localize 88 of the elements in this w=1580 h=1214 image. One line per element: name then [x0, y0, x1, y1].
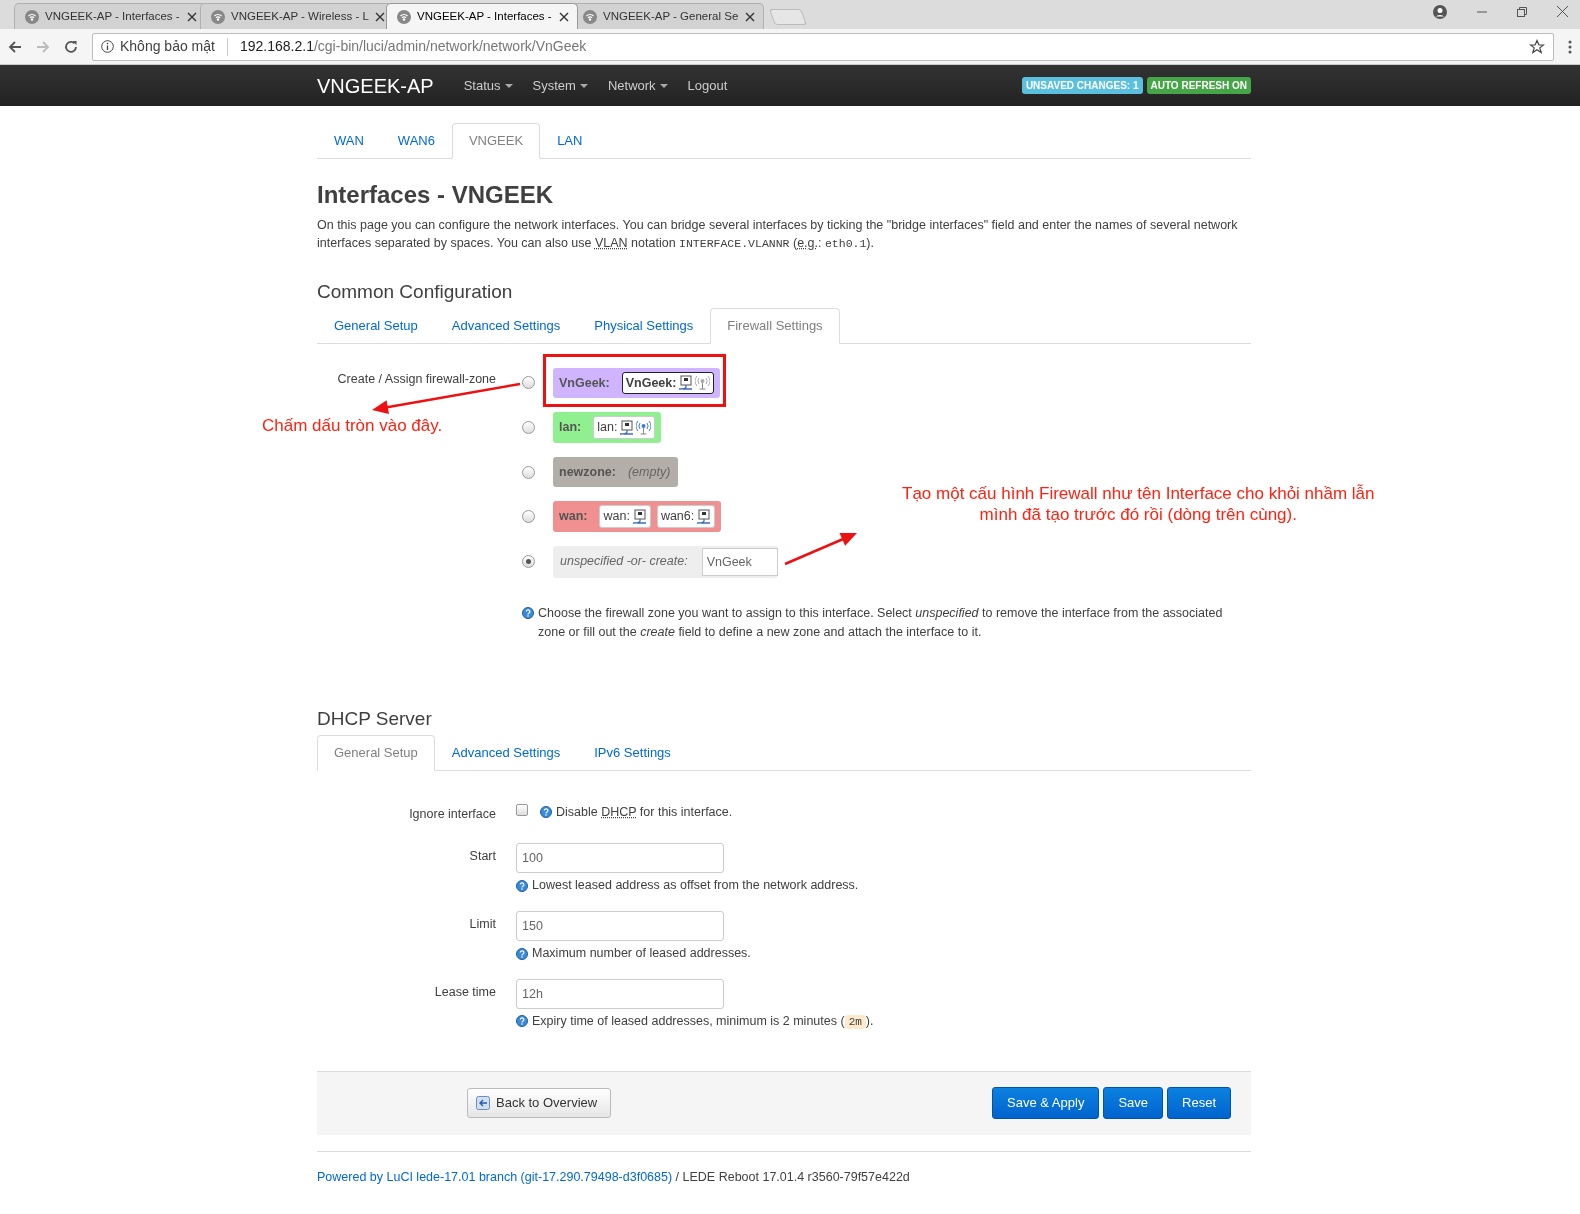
help-icon	[516, 879, 528, 892]
network-chip: wan6:	[656, 505, 716, 528]
security-label: Không bảo mật	[120, 37, 215, 56]
network-port-icon	[696, 508, 712, 524]
network-port-icon	[678, 375, 694, 391]
nav-menu[interactable]: System	[532, 75, 588, 96]
network-chip: lan:	[593, 416, 656, 440]
page-title: Interfaces - VNGEEK	[317, 181, 555, 210]
annotation-text: Chấm dấu tròn vào đây.	[262, 415, 443, 436]
tab[interactable]: Physical Settings	[577, 307, 711, 344]
restore-icon[interactable]	[1517, 6, 1527, 17]
field-label: Lease time	[433, 983, 496, 1001]
reload-icon[interactable]	[64, 39, 78, 54]
zone-name-field[interactable]: VnGeek	[701, 547, 778, 576]
account-icon[interactable]	[1433, 4, 1447, 19]
help-icon	[522, 606, 534, 619]
info-icon	[101, 40, 114, 53]
annotation-text: Tạo một cấu hình Firewall như tên Interface cho khỏi nhầm lẫn mình đã tạo trước đó rồi (dòng trên cùng).	[902, 483, 1375, 525]
help-text: Disable DHCP for this interface.	[556, 803, 733, 821]
action-button[interactable]: Save	[1103, 1087, 1164, 1119]
star-icon[interactable]	[1529, 38, 1545, 55]
checkbox[interactable]	[516, 803, 528, 816]
wifi-icon	[397, 9, 411, 24]
footer-text: Powered by LuCI lede-17.01 branch (git-17.290.79498-d3f0685) / LEDE Reboot 17.01.4 r3560-79f57e422d	[317, 1169, 910, 1184]
close-icon[interactable]	[187, 11, 197, 22]
input-field[interactable]: 150	[516, 911, 724, 942]
address-bar[interactable]: Không bảo mật 192.168.2.1/cgi-bin/luci/admin/network/network/VnGeek	[92, 32, 1554, 61]
nav-menu[interactable]: Logout	[687, 75, 728, 96]
tab[interactable]: WAN	[317, 123, 381, 159]
close-icon[interactable]	[374, 11, 385, 22]
tab[interactable]: LAN	[540, 123, 600, 159]
close-icon[interactable]	[559, 11, 569, 22]
tab[interactable]: VNGEEK	[451, 123, 541, 159]
tab[interactable]: Advanced Settings	[434, 734, 578, 771]
network-port-icon	[631, 508, 647, 524]
nav-menu[interactable]: Network	[607, 75, 668, 96]
network-chip: VnGeek:	[621, 371, 715, 395]
field-label: Start	[468, 848, 496, 866]
radio-button[interactable]	[522, 555, 535, 569]
status-badge: AUTO REFRESH ON	[1146, 77, 1251, 94]
firewall-zone[interactable]: newzone: (empty)	[553, 457, 679, 488]
help-text: Choose the firewall zone you want to assign to this interface. Select unspecified to remove the interface from the associated zone or fill out the create field to define a new zone and attach the interface to it.	[538, 604, 1224, 641]
section-heading: DHCP Server	[317, 707, 433, 731]
tab[interactable]: IPv6 Settings	[577, 734, 688, 771]
nav-menu[interactable]: Status	[463, 75, 513, 96]
back-button[interactable]: Back to Overview	[467, 1088, 612, 1118]
radio-button[interactable]	[522, 465, 535, 479]
wifi-icon	[25, 9, 39, 24]
firewall-zone[interactable]: VnGeek: VnGeek:	[553, 367, 721, 399]
action-button[interactable]: Reset	[1167, 1087, 1231, 1119]
close-icon[interactable]	[1557, 6, 1568, 17]
input-field[interactable]: 100	[516, 843, 724, 874]
tab[interactable]: General Setup	[317, 307, 435, 344]
brand-title[interactable]: VNGEEK-AP	[317, 70, 434, 101]
browser-tab[interactable]: VNGEEK-AP - Interfaces -	[386, 3, 578, 29]
tab[interactable]: General Setup	[317, 734, 435, 771]
footer-link[interactable]: Powered by LuCI lede-17.01 branch (git-17.290.79498-d3f0685)	[317, 1169, 673, 1184]
input-field[interactable]: 12h	[516, 978, 724, 1009]
create-label: unspecified -or- create:	[560, 553, 688, 571]
action-button[interactable]: Save & Apply	[992, 1087, 1100, 1119]
radio-button[interactable]	[522, 509, 535, 523]
more-menu-icon[interactable]	[1568, 39, 1572, 54]
firewall-zone[interactable]: lan: lan:	[553, 412, 662, 444]
help-text: Maximum number of leased addresses.	[532, 945, 751, 963]
network-port-icon	[619, 420, 635, 436]
radio-button[interactable]	[522, 421, 535, 435]
field-label: Ignore interface	[408, 805, 496, 823]
tab[interactable]: WAN6	[380, 123, 452, 159]
help-icon	[516, 947, 528, 960]
radio-button[interactable]	[522, 376, 535, 390]
firewall-zone[interactable]: wan: wan: wan6:	[553, 501, 722, 532]
field-label: Limit	[468, 916, 496, 934]
tab[interactable]: Advanced Settings	[434, 307, 578, 344]
description-text: On this page you can configure the network interfaces. You can bridge several interfaces by ticking the "bridge interfaces" field and enter the names of several network interfaces separated by spaces. You can also use VLAN notation INTERFACE.VLANNR (e.g.: eth0.1).	[317, 216, 1239, 252]
network-chip: wan:	[599, 505, 651, 528]
wifi-icon	[211, 9, 225, 24]
close-icon[interactable]	[745, 11, 755, 22]
status-badge: UNSAVED CHANGES: 1	[1021, 77, 1143, 94]
back-arrow-icon[interactable]	[8, 39, 22, 54]
wifi-icon	[583, 9, 597, 24]
help-icon	[540, 806, 552, 818]
field-label: Create / Assign firewall-zone	[336, 370, 496, 388]
help-text: Expiry time of leased addresses, minimum is 2 minutes ( 2m ).	[532, 1012, 874, 1031]
help-text: Lowest leased address as offset from the network address.	[532, 877, 859, 895]
section-heading: Common Configuration	[317, 280, 514, 304]
tab[interactable]: Firewall Settings	[710, 307, 840, 344]
url-text: 192.168.2.1/cgi-bin/luci/admin/network/network/VnGeek	[239, 37, 587, 56]
help-icon	[516, 1015, 528, 1028]
